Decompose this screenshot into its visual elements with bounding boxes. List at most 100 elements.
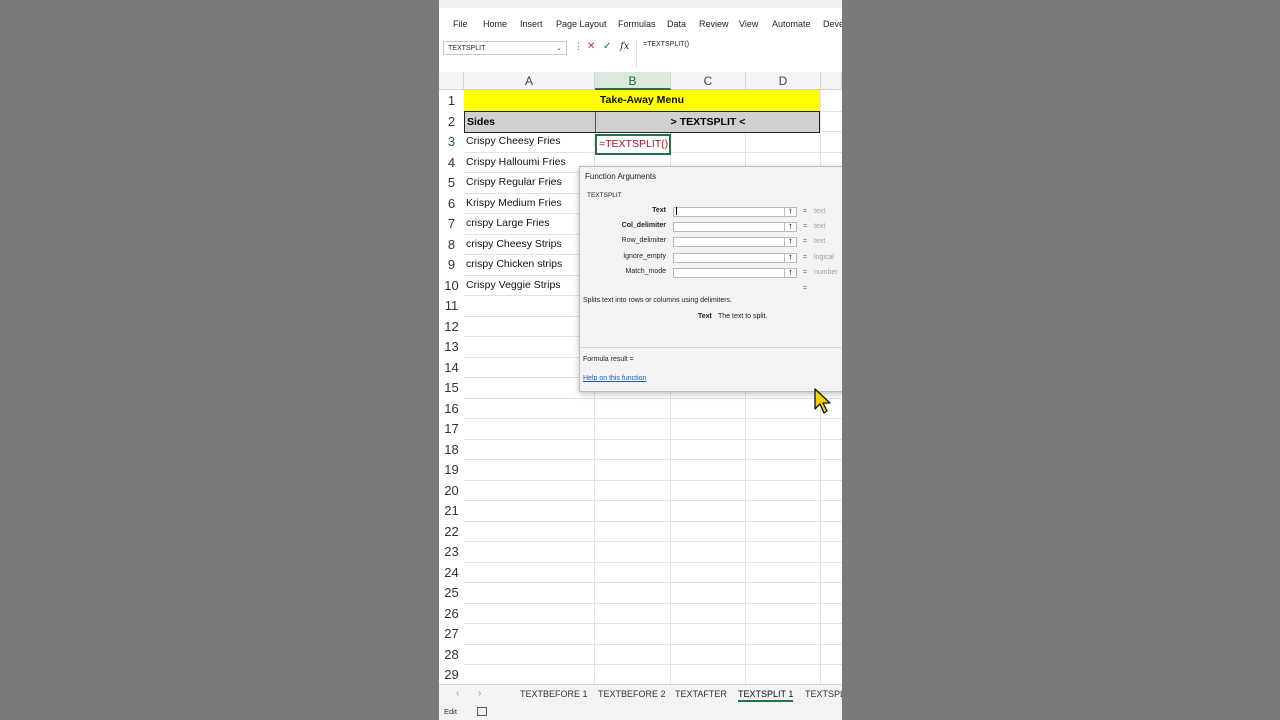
collapse-dialog-icon[interactable]: ⭡ (784, 222, 797, 232)
ribbon-tab-home[interactable]: Home (483, 19, 507, 29)
menu-title-cell[interactable]: Take-Away Menu (464, 90, 820, 111)
row-header[interactable]: 16 (439, 397, 464, 419)
side-item-cell[interactable]: Crispy Regular Fries (464, 172, 562, 192)
row-header[interactable]: 12 (439, 315, 464, 337)
row-header[interactable]: 27 (439, 623, 464, 644)
name-box-value: TEXTSPLIT (448, 45, 486, 52)
row-header[interactable]: 14 (439, 356, 464, 378)
row-header[interactable]: 4 (439, 151, 464, 173)
ribbon-tab-file[interactable]: File (453, 19, 468, 29)
ribbon-tab-view[interactable]: View (739, 19, 758, 29)
ribbon-tab-review[interactable]: Review (699, 19, 729, 29)
column-header-c[interactable]: C (671, 72, 746, 90)
sheet-tab-textsplit-1[interactable]: TEXTSPLIT 1 (738, 689, 794, 702)
sheet-tab-bar: ‹ › TEXTBEFORE 1 TEXTBEFORE 2 TEXTAFTER … (439, 684, 842, 705)
row-header[interactable]: 9 (439, 254, 464, 275)
help-link[interactable]: Help on this function (583, 375, 646, 382)
column-header-b[interactable]: B (595, 72, 671, 90)
row-header[interactable]: 19 (439, 459, 464, 480)
side-item-cell[interactable]: Krispy Medium Fries (464, 193, 562, 213)
select-all-corner[interactable] (439, 72, 464, 90)
sides-header-cell[interactable]: Sides (467, 112, 495, 132)
insert-function-icon[interactable]: fx (620, 41, 629, 52)
row-header[interactable]: 29 (439, 664, 464, 684)
gridline (464, 582, 842, 583)
argument-input[interactable] (673, 268, 785, 278)
row-header[interactable]: 26 (439, 602, 464, 624)
chevron-left-icon[interactable]: ‹ (456, 688, 459, 699)
row-header[interactable]: 13 (439, 336, 464, 357)
argument-label: Ignore_empty (623, 253, 666, 260)
sheet-tab-textafter[interactable]: TEXTAFTER (675, 689, 727, 699)
row-header[interactable]: 3 (439, 131, 464, 152)
active-cell-b3[interactable]: =TEXTSPLIT() (595, 134, 671, 155)
argument-type: logical (814, 254, 834, 261)
text-caret (676, 207, 677, 215)
side-item-cell[interactable]: crispy Large Fries (464, 213, 549, 233)
row-header[interactable]: 17 (439, 418, 464, 439)
header-row: Sides > TEXTSPLIT < (464, 111, 820, 133)
row-header[interactable]: 2 (439, 110, 464, 132)
row-header[interactable]: 20 (439, 479, 464, 501)
cancel-icon[interactable]: ✕ (587, 41, 595, 52)
collapse-dialog-icon[interactable]: ⭡ (784, 268, 797, 278)
row-header[interactable]: 8 (439, 233, 464, 255)
formula-input[interactable]: =TEXTSPLIT() (636, 41, 842, 67)
argument-type: number (814, 269, 838, 276)
ribbon-tab-formulas[interactable]: Formulas (618, 19, 656, 29)
column-header-e-partial[interactable] (821, 72, 842, 90)
mouse-cursor-icon (814, 388, 831, 414)
side-item-cell[interactable]: crispy Chicken strips (464, 254, 562, 274)
collapse-dialog-icon[interactable]: ⭡ (784, 253, 797, 263)
row-header[interactable]: 11 (439, 295, 464, 316)
row-header[interactable]: 18 (439, 438, 464, 460)
row-header[interactable]: 21 (439, 500, 464, 521)
ribbon-tab-developer[interactable]: Deve (823, 19, 842, 29)
column-header-d[interactable]: D (746, 72, 821, 90)
textsplit-header-cell[interactable]: > TEXTSPLIT < (596, 112, 820, 132)
row-header[interactable]: 15 (439, 377, 464, 398)
dialog-function-name: TEXTSPLIT (587, 192, 622, 199)
row-header[interactable]: 10 (439, 274, 464, 296)
collapse-dialog-icon[interactable]: ⭡ (784, 207, 797, 217)
name-box[interactable]: TEXTSPLIT ⌄ (443, 41, 567, 55)
more-options-icon[interactable]: ⋮ (574, 41, 583, 52)
gridline (464, 602, 842, 604)
sheet-tab-textbefore-1[interactable]: TEXTBEFORE 1 (520, 689, 588, 699)
row-header[interactable]: 1 (439, 90, 464, 111)
row-header[interactable]: 5 (439, 172, 464, 193)
row-header[interactable]: 25 (439, 582, 464, 603)
ribbon-tab-page-layout[interactable]: Page Layout (556, 19, 607, 29)
side-item-cell[interactable]: crispy Cheesy Strips (464, 234, 562, 254)
collapse-dialog-icon[interactable]: ⭡ (784, 237, 797, 247)
side-item-cell[interactable]: Crispy Veggie Strips (464, 275, 561, 295)
row-header[interactable]: 7 (439, 213, 464, 234)
argument-input[interactable] (673, 253, 785, 263)
row-header[interactable]: 28 (439, 643, 464, 665)
argument-input[interactable] (673, 237, 785, 247)
gridline (464, 623, 842, 624)
row-header[interactable]: 22 (439, 520, 464, 542)
side-item-cell[interactable]: Crispy Halloumi Fries (464, 152, 566, 172)
row-header[interactable]: 23 (439, 541, 464, 562)
ribbon-tab-insert[interactable]: Insert (520, 19, 543, 29)
current-arg-name: Text (698, 313, 712, 320)
gridline (464, 520, 842, 522)
side-item-cell[interactable]: Crispy Cheesy Fries (464, 131, 561, 151)
dialog-separator (580, 347, 842, 348)
ribbon-tab-data[interactable]: Data (667, 19, 686, 29)
enter-icon[interactable]: ✓ (603, 41, 611, 52)
chevron-down-icon[interactable]: ⌄ (556, 42, 562, 56)
row-header[interactable]: 24 (439, 561, 464, 583)
accessibility-icon[interactable] (477, 707, 487, 716)
column-header-a[interactable]: A (464, 72, 595, 90)
sheet-tab-textbefore-2[interactable]: TEXTBEFORE 2 (598, 689, 666, 699)
ribbon-tab-automate[interactable]: Automate (772, 19, 811, 29)
title-strip (439, 0, 842, 8)
argument-input[interactable] (673, 207, 785, 217)
sheet-tab-textsplit-2[interactable]: TEXTSPLI (805, 689, 842, 699)
chevron-right-icon[interactable]: › (478, 688, 481, 699)
row-header[interactable]: 6 (439, 192, 464, 214)
argument-input[interactable] (673, 222, 785, 232)
dialog-title: Function Arguments (585, 172, 657, 181)
